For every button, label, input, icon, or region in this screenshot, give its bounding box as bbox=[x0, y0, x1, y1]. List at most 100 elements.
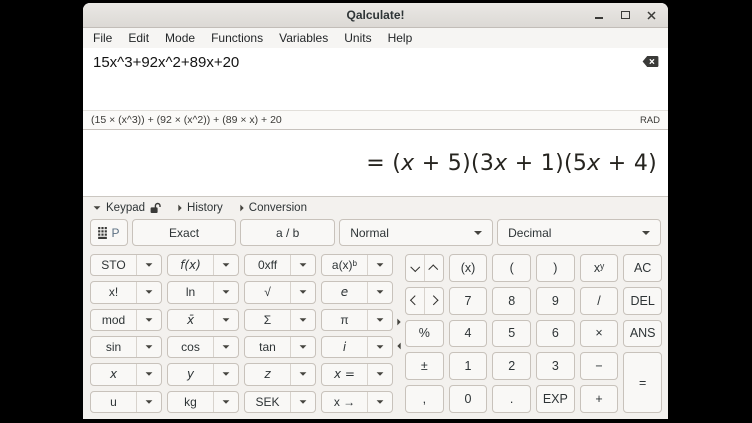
key-mod-dropdown[interactable] bbox=[137, 310, 161, 330]
key-store-dropdown[interactable] bbox=[137, 255, 161, 275]
key-4[interactable]: 4 bbox=[449, 320, 488, 348]
key-solve[interactable]: x = bbox=[321, 363, 393, 385]
key-function[interactable]: f(x) bbox=[167, 254, 239, 276]
menu-variables[interactable]: Variables bbox=[271, 28, 336, 48]
key-factorial[interactable]: x! bbox=[90, 281, 162, 303]
key-apply-function[interactable]: a(x)ᵇ bbox=[321, 254, 393, 276]
key-function-dropdown[interactable] bbox=[214, 255, 238, 275]
key-delete[interactable]: DEL bbox=[623, 287, 662, 315]
key-power[interactable]: xʸ bbox=[580, 254, 619, 282]
menu-help[interactable]: Help bbox=[380, 28, 421, 48]
key-var-z-dropdown[interactable] bbox=[291, 364, 315, 384]
key-comma[interactable]: , bbox=[405, 385, 444, 413]
key-pi[interactable]: π bbox=[321, 309, 393, 331]
key-ln-label[interactable]: ln bbox=[168, 282, 214, 302]
key-unit-kg-dropdown[interactable] bbox=[214, 392, 238, 412]
key-sqrt-label[interactable]: √ bbox=[245, 282, 291, 302]
key-percent[interactable]: % bbox=[405, 320, 444, 348]
key-5[interactable]: 5 bbox=[492, 320, 531, 348]
chevron-down-button[interactable] bbox=[406, 255, 425, 281]
key-clear-all[interactable]: AC bbox=[623, 254, 662, 282]
key-unit-kg-label[interactable]: kg bbox=[168, 392, 214, 412]
key-apply-function-label[interactable]: a(x)ᵇ bbox=[322, 255, 368, 275]
tab-keypad[interactable]: Keypad bbox=[93, 202, 161, 214]
key-1[interactable]: 1 bbox=[449, 352, 488, 380]
fraction-toggle-button[interactable]: a / b bbox=[240, 219, 335, 246]
key-cos[interactable]: cos bbox=[167, 336, 239, 358]
key-exponent[interactable]: EXP bbox=[536, 385, 575, 413]
key-convert[interactable]: x → bbox=[321, 391, 393, 413]
key-sum-label[interactable]: Σ bbox=[245, 310, 291, 330]
key-mean-dropdown[interactable] bbox=[214, 310, 238, 330]
key-decimal-point[interactable]: . bbox=[492, 385, 531, 413]
key-var-y-dropdown[interactable] bbox=[214, 364, 238, 384]
key-store-label[interactable]: STO bbox=[91, 255, 137, 275]
key-sqrt[interactable]: √ bbox=[244, 281, 316, 303]
key-unit-sek-label[interactable]: SEK bbox=[245, 392, 291, 412]
key-apply-function-dropdown[interactable] bbox=[368, 255, 392, 275]
key-imaginary-label[interactable]: i bbox=[322, 337, 368, 357]
key-hex-dropdown[interactable] bbox=[291, 255, 315, 275]
keypad-mode-button[interactable]: P bbox=[90, 219, 128, 246]
key-var-z-label[interactable]: z bbox=[245, 364, 291, 384]
key-solve-label[interactable]: x = bbox=[322, 364, 368, 384]
chevron-up-button[interactable] bbox=[425, 255, 443, 281]
key-cos-dropdown[interactable] bbox=[214, 337, 238, 357]
key-right-paren[interactable]: ) bbox=[536, 254, 575, 282]
key-multiply[interactable]: × bbox=[580, 320, 619, 348]
key-smart-parentheses[interactable]: (x) bbox=[449, 254, 488, 282]
menu-functions[interactable]: Functions bbox=[203, 28, 271, 48]
key-sum[interactable]: Σ bbox=[244, 309, 316, 331]
menu-mode[interactable]: Mode bbox=[157, 28, 203, 48]
key-minus[interactable]: − bbox=[580, 352, 619, 380]
key-unit-u[interactable]: u bbox=[90, 391, 162, 413]
key-mod-label[interactable]: mod bbox=[91, 310, 137, 330]
number-base-dropdown[interactable]: Decimal bbox=[497, 219, 661, 246]
key-var-z[interactable]: z bbox=[244, 363, 316, 385]
backspace-icon[interactable] bbox=[642, 55, 659, 68]
key-solve-dropdown[interactable] bbox=[368, 364, 392, 384]
key-convert-dropdown[interactable] bbox=[368, 392, 392, 412]
key-sin[interactable]: sin bbox=[90, 336, 162, 358]
key-imaginary[interactable]: i bbox=[321, 336, 393, 358]
key-mean[interactable]: x̄ bbox=[167, 309, 239, 331]
key-imaginary-dropdown[interactable] bbox=[368, 337, 392, 357]
key-sqrt-dropdown[interactable] bbox=[291, 282, 315, 302]
key-store[interactable]: STO bbox=[90, 254, 162, 276]
menu-units[interactable]: Units bbox=[336, 28, 379, 48]
key-mod[interactable]: mod bbox=[90, 309, 162, 331]
expression-input[interactable]: 15x^3+92x^2+89x+20 bbox=[83, 48, 668, 110]
key-hex-label[interactable]: 0xff bbox=[245, 255, 291, 275]
key-mean-label[interactable]: x̄ bbox=[168, 310, 214, 330]
key-pi-label[interactable]: π bbox=[322, 310, 368, 330]
key-plus-minus[interactable]: ± bbox=[405, 352, 444, 380]
key-factorial-dropdown[interactable] bbox=[137, 282, 161, 302]
minimize-button[interactable] bbox=[590, 6, 608, 24]
key-var-x-label[interactable]: x bbox=[91, 364, 137, 384]
key-sin-label[interactable]: sin bbox=[91, 337, 137, 357]
title-bar[interactable]: Qalculate! bbox=[83, 3, 668, 28]
key-0[interactable]: 0 bbox=[449, 385, 488, 413]
key-var-x-dropdown[interactable] bbox=[137, 364, 161, 384]
key-unit-kg[interactable]: kg bbox=[167, 391, 239, 413]
key-unit-sek[interactable]: SEK bbox=[244, 391, 316, 413]
key-answer[interactable]: ANS bbox=[623, 320, 662, 348]
nav-left-right[interactable] bbox=[405, 287, 444, 315]
key-var-x[interactable]: x bbox=[90, 363, 162, 385]
key-2[interactable]: 2 bbox=[492, 352, 531, 380]
key-divide[interactable]: / bbox=[580, 287, 619, 315]
exact-toggle-button[interactable]: Exact bbox=[132, 219, 236, 246]
key-e[interactable]: e bbox=[321, 281, 393, 303]
pane-expand-right-handle[interactable] bbox=[397, 318, 400, 325]
tab-history[interactable]: History bbox=[178, 202, 223, 214]
key-factorial-label[interactable]: x! bbox=[91, 282, 137, 302]
key-unit-u-dropdown[interactable] bbox=[137, 392, 161, 412]
chevron-left-button[interactable] bbox=[406, 288, 425, 314]
key-ln[interactable]: ln bbox=[167, 281, 239, 303]
chevron-right-button[interactable] bbox=[425, 288, 443, 314]
menu-edit[interactable]: Edit bbox=[120, 28, 157, 48]
key-var-y[interactable]: y bbox=[167, 363, 239, 385]
key-unit-u-label[interactable]: u bbox=[91, 392, 137, 412]
key-plus[interactable]: + bbox=[580, 385, 619, 413]
key-sum-dropdown[interactable] bbox=[291, 310, 315, 330]
